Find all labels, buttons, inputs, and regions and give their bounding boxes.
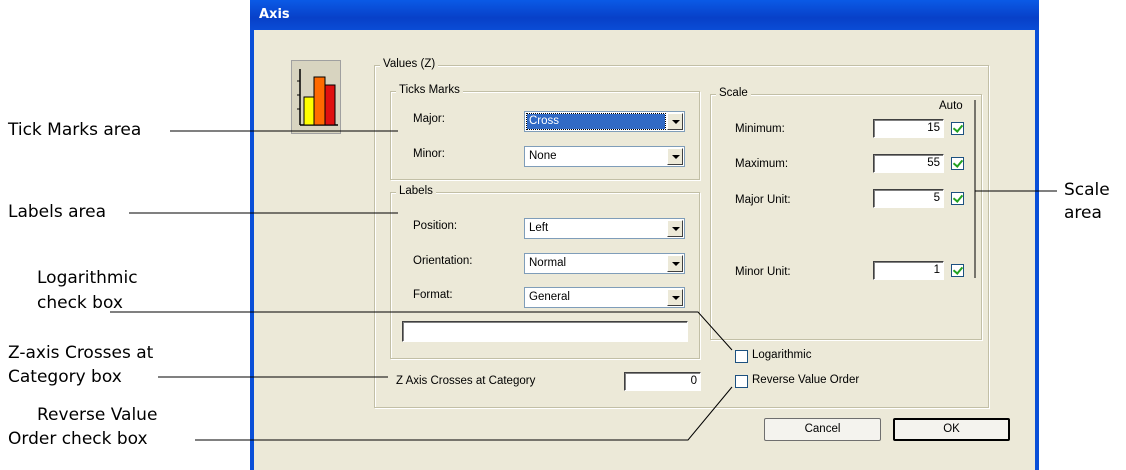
chevron-down-icon[interactable]: [667, 255, 683, 272]
chevron-down-icon[interactable]: [667, 220, 683, 237]
reverse-value-order-checkbox[interactable]: [735, 375, 748, 388]
callout-crosses-line1: Z-axis Crosses at: [8, 343, 154, 363]
callout-tick-marks-area: Tick Marks area: [8, 120, 142, 140]
callout-scale-line1: Scale: [1064, 180, 1110, 200]
values-z-legend: Values (Z): [380, 58, 439, 70]
auto-label: Auto: [939, 100, 963, 112]
orientation-select[interactable]: Normal: [524, 253, 685, 274]
position-select[interactable]: Left: [524, 218, 685, 239]
reverse-value-order-label[interactable]: Reverse Value Order: [752, 374, 859, 386]
maximum-auto-checkbox[interactable]: [951, 157, 964, 170]
dialog-title: Axis: [259, 7, 290, 22]
major-unit-label: Major Unit:: [735, 194, 791, 206]
callout-logarithmic-line2: check box: [37, 293, 123, 313]
callout-scale-line2: area: [1064, 203, 1102, 223]
ok-button[interactable]: OK: [893, 418, 1010, 441]
chevron-down-icon[interactable]: [667, 113, 683, 130]
major-unit-auto-checkbox[interactable]: [951, 192, 964, 205]
scale-legend: Scale: [716, 87, 751, 99]
callout-labels-area: Labels area: [8, 202, 107, 222]
minimum-field[interactable]: 15: [873, 119, 944, 138]
minor-tick-select[interactable]: None: [524, 146, 685, 167]
format-label: Format:: [413, 289, 453, 301]
maximum-label: Maximum:: [735, 158, 789, 170]
labels-legend: Labels: [396, 185, 436, 197]
tick-marks-legend: Ticks Marks: [396, 84, 463, 96]
format-select[interactable]: General: [524, 287, 685, 308]
major-label: Major:: [413, 113, 445, 125]
bar-chart-icon: [291, 60, 341, 134]
position-value: Left: [529, 222, 549, 234]
callout-crosses-line2: Category box: [8, 367, 122, 387]
cancel-button[interactable]: Cancel: [764, 418, 881, 441]
minimum-auto-checkbox[interactable]: [951, 122, 964, 135]
callout-logarithmic-line1: Logarithmic: [37, 268, 138, 288]
minor-unit-label: Minor Unit:: [735, 266, 791, 278]
maximum-field[interactable]: 55: [873, 154, 944, 173]
minor-unit-auto-checkbox[interactable]: [951, 264, 964, 277]
logarithmic-label[interactable]: Logarithmic: [752, 349, 811, 361]
major-tick-select[interactable]: Cross: [524, 111, 685, 132]
z-axis-crosses-field[interactable]: 0: [624, 372, 701, 391]
major-tick-value: Cross: [526, 113, 666, 130]
minor-label: Minor:: [413, 148, 445, 160]
callout-reverse-line1: Reverse Value: [37, 405, 158, 425]
callout-reverse-line2: Order check box: [8, 429, 148, 449]
minor-unit-field[interactable]: 1: [873, 261, 944, 280]
format-text-field[interactable]: [402, 321, 688, 342]
minimum-label: Minimum:: [735, 123, 785, 135]
position-label: Position:: [413, 220, 458, 232]
minor-tick-value: None: [529, 150, 557, 162]
format-value: General: [529, 291, 570, 303]
chevron-down-icon[interactable]: [667, 148, 683, 165]
orientation-label: Orientation:: [413, 255, 473, 267]
chevron-down-icon[interactable]: [667, 289, 683, 306]
orientation-value: Normal: [529, 257, 567, 269]
z-axis-crosses-label: Z Axis Crosses at Category: [396, 375, 536, 387]
logarithmic-checkbox[interactable]: [735, 350, 748, 363]
axis-dialog: Axis Values (Z) Ticks Marks Major: Cross…: [250, 0, 1039, 470]
major-unit-field[interactable]: 5: [873, 189, 944, 208]
title-bar[interactable]: Axis: [250, 0, 1039, 30]
